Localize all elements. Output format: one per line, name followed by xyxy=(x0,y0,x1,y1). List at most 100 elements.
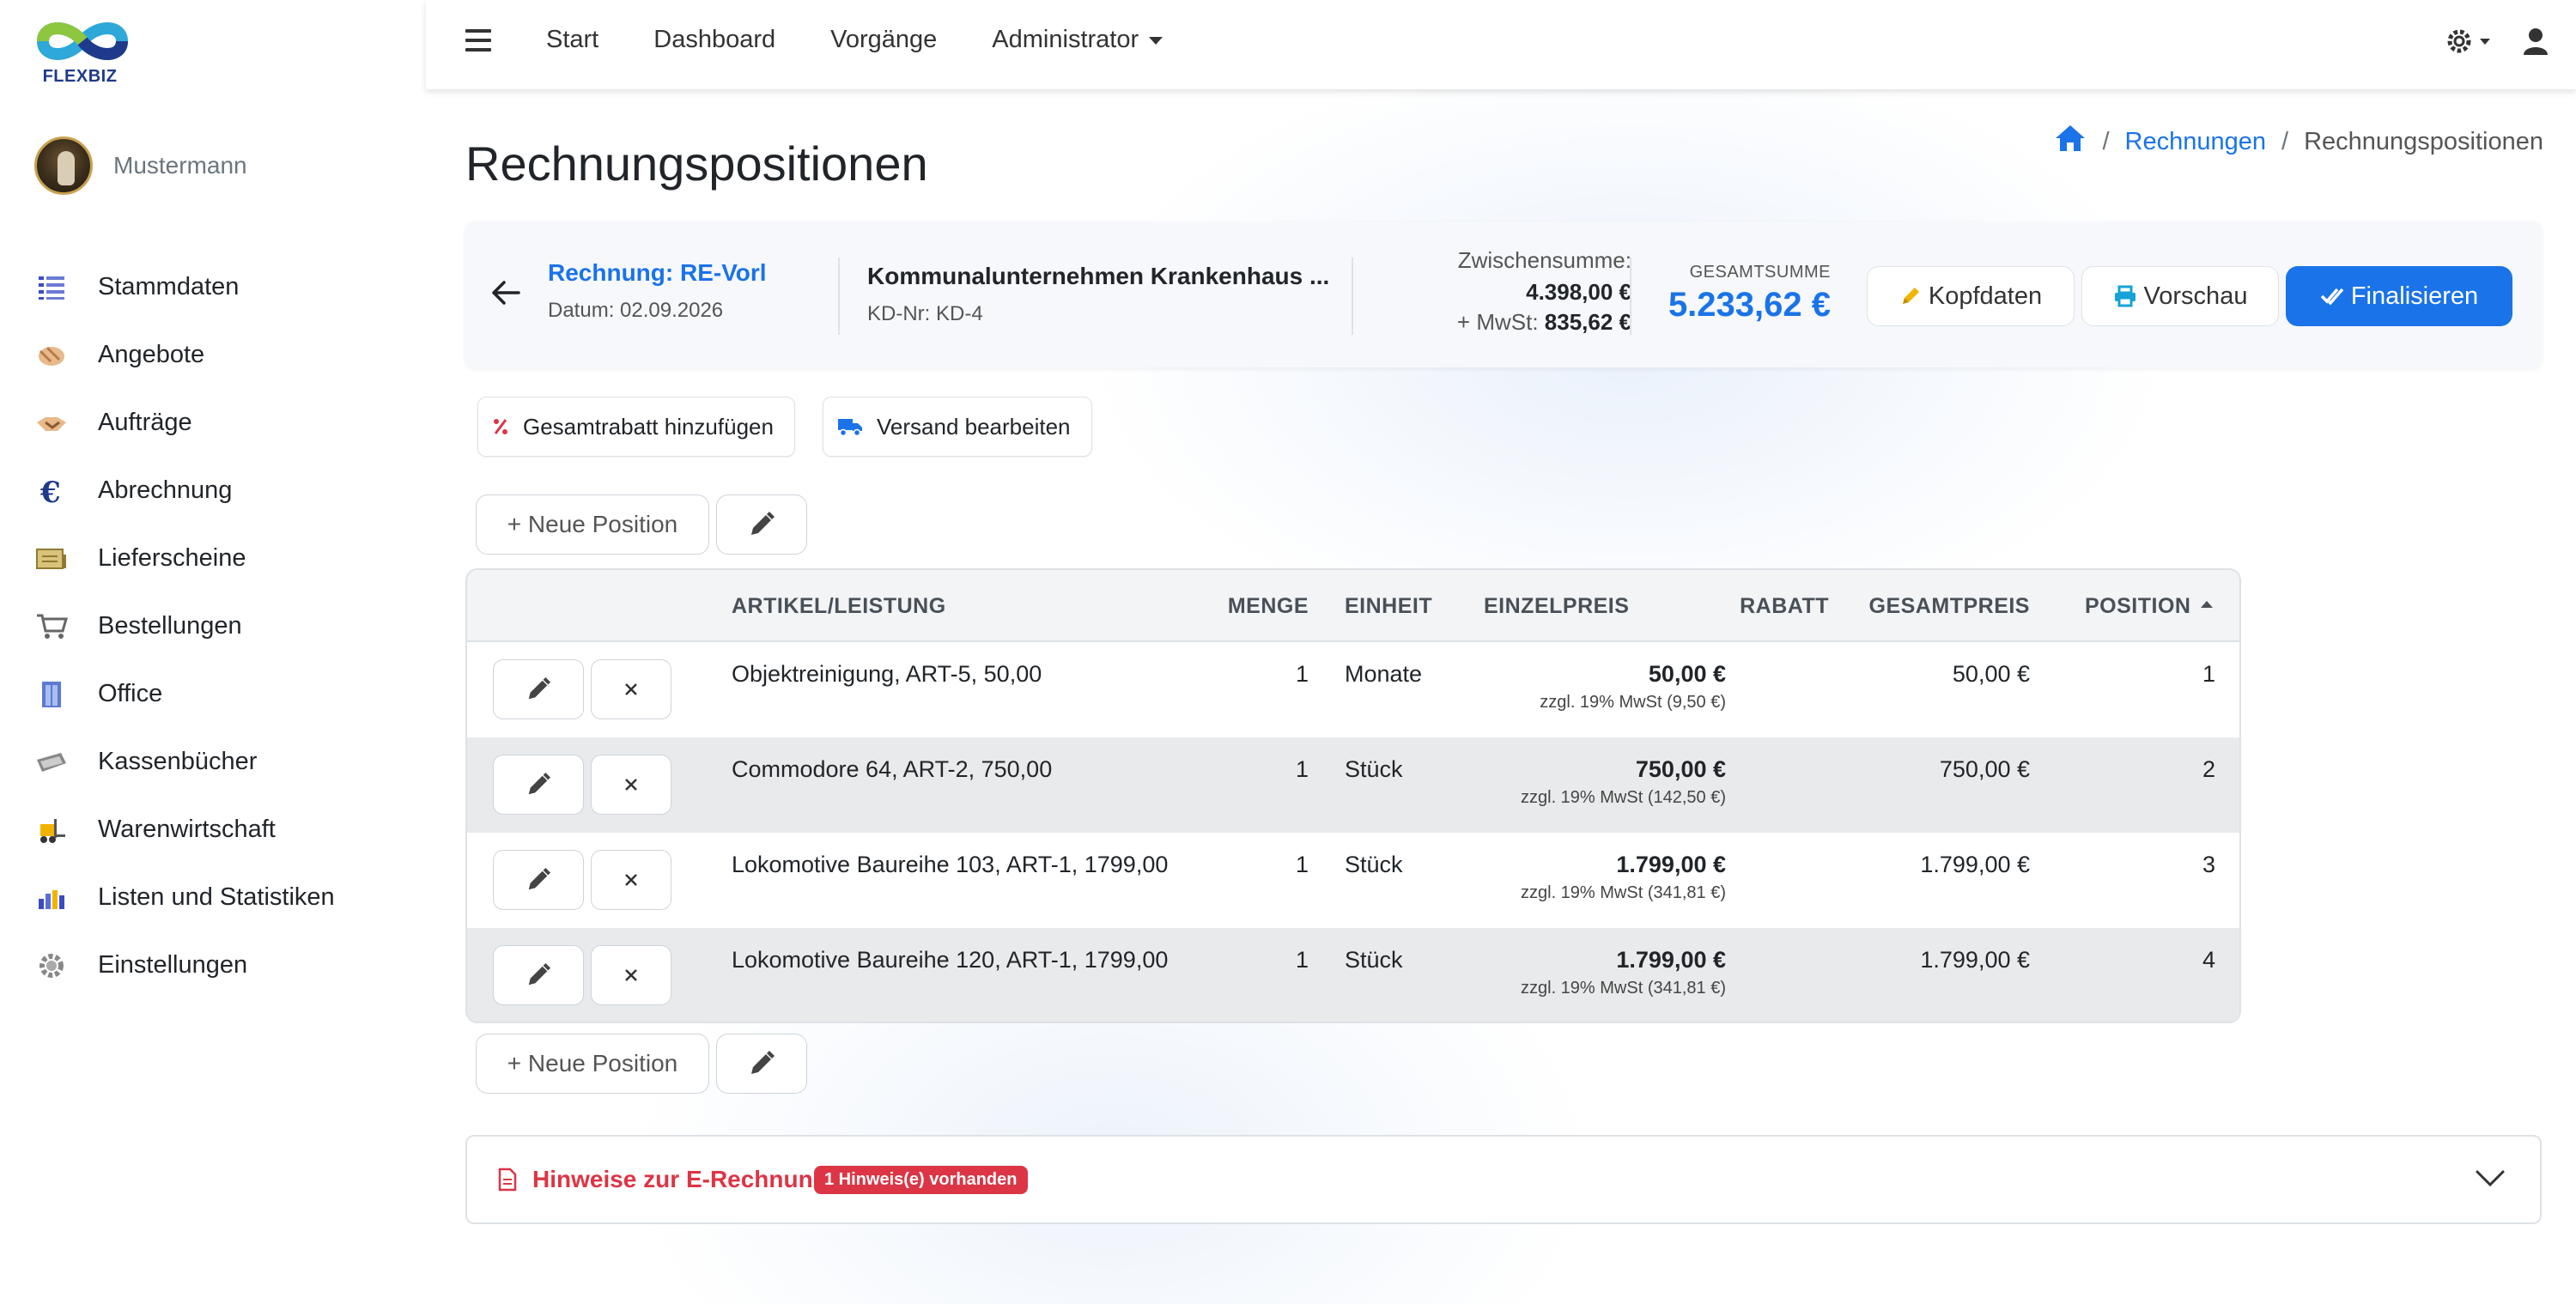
chevron-down-icon[interactable] xyxy=(2475,1169,2506,1192)
vat-line: + MwSt: 835,62 € xyxy=(1374,309,1631,336)
nav-administrator-label: Administrator xyxy=(992,26,1139,53)
close-icon xyxy=(625,683,637,695)
settings-dropdown[interactable] xyxy=(2444,26,2490,57)
nav-administrator[interactable]: Administrator xyxy=(992,26,1163,54)
top-navbar: Start Dashboard Vorgänge Administrator xyxy=(426,0,2576,89)
row-einzelpreis-value: 1.799,00 € xyxy=(1616,947,1726,973)
sidebar-item-label: Stammdaten xyxy=(98,273,240,300)
pencil-icon xyxy=(528,962,551,986)
flexbiz-logo[interactable]: FLEXBIZ xyxy=(34,17,137,91)
edit-row-button[interactable] xyxy=(493,945,584,1005)
invoice-reference: Rechnung: RE-Vorl Datum: 02.09.2026 xyxy=(548,259,767,323)
row-menge: 1 xyxy=(1295,661,1309,687)
breadcrumb-separator: / xyxy=(2102,127,2110,155)
page-title: Rechnungspositionen xyxy=(465,136,928,191)
sidebar-item-label: Bestellungen xyxy=(98,612,242,640)
delivery-note-icon xyxy=(34,542,69,576)
user-menu[interactable] xyxy=(2523,27,2549,59)
invoice-number[interactable]: Rechnung: RE-Vorl xyxy=(548,259,767,287)
edit-row-button[interactable] xyxy=(493,755,584,815)
sidebar-item-lieferscheine[interactable]: Lieferscheine xyxy=(34,525,412,592)
table-row: Objektreinigung, ART-5, 50,00 1 Monate 5… xyxy=(467,642,2239,737)
col-position[interactable]: POSITION xyxy=(2085,594,2214,619)
table-header: ARTIKEL/LEISTUNG MENGE EINHEIT EINZELPRE… xyxy=(467,570,2239,642)
menu-toggle-icon[interactable] xyxy=(465,29,491,55)
col-einzelpreis[interactable]: EINZELPREIS xyxy=(1484,594,1629,619)
finalisieren-button[interactable]: Finalisieren xyxy=(2286,266,2512,326)
vorschau-button[interactable]: Vorschau xyxy=(2081,266,2279,326)
gear-icon xyxy=(34,949,69,983)
col-gesamtpreis[interactable]: GESAMTPREIS xyxy=(1858,594,2030,619)
bulk-edit-button[interactable] xyxy=(716,494,807,555)
chevron-down-icon xyxy=(2480,38,2490,45)
positions-table: ARTIKEL/LEISTUNG MENGE EINHEIT EINZELPRE… xyxy=(465,568,2241,1023)
user-icon xyxy=(2524,28,2548,55)
sidebar-item-label: Warenwirtschaft xyxy=(98,816,276,843)
breadcrumb-current: Rechnungspositionen xyxy=(2304,127,2543,155)
sidebar-item-label: Aufträge xyxy=(98,409,192,436)
sidebar-item-angebote[interactable]: Angebote xyxy=(34,321,412,389)
versand-button[interactable]: Versand bearbeiten xyxy=(823,397,1092,457)
pencil-icon xyxy=(528,867,551,890)
gesamtrabatt-label: Gesamtrabatt hinzufügen xyxy=(523,413,774,440)
nav-start[interactable]: Start xyxy=(546,26,598,54)
pencil-icon xyxy=(751,512,775,535)
row-menge: 1 xyxy=(1295,852,1309,877)
sidebar-item-label: Angebote xyxy=(98,341,205,368)
sidebar-item-kassenbuecher[interactable]: Kassenbücher xyxy=(34,728,412,796)
delete-row-button[interactable] xyxy=(591,755,671,815)
nav-dashboard[interactable]: Dashboard xyxy=(653,26,775,54)
gesamtrabatt-button[interactable]: Gesamtrabatt hinzufügen xyxy=(477,397,795,457)
home-icon[interactable] xyxy=(2054,124,2087,160)
sidebar-item-warenwirtschaft[interactable]: Warenwirtschaft xyxy=(34,796,412,864)
e-rechnung-hints-panel[interactable]: Hinweise zur E-Rechnung 1 Hinweis(e) vor… xyxy=(465,1135,2542,1224)
breadcrumb: / Rechnungen / Rechnungspositionen xyxy=(2054,124,2543,160)
sidebar-item-listen[interactable]: Listen und Statistiken xyxy=(34,864,412,931)
forklift-icon xyxy=(34,813,69,847)
neue-position-button-bottom[interactable]: + Neue Position xyxy=(476,1034,709,1094)
delete-row-button[interactable] xyxy=(591,659,671,719)
sidebar-item-auftraege[interactable]: Aufträge xyxy=(34,389,412,457)
row-gesamtpreis: 1.799,00 € xyxy=(1920,852,2030,877)
nav-vorgaenge[interactable]: Vorgänge xyxy=(830,26,937,54)
subtotal-value: 4.398,00 € xyxy=(1526,279,1631,305)
hints-count-badge: 1 Hinweis(e) vorhanden xyxy=(814,1166,1028,1194)
document-icon xyxy=(498,1168,517,1196)
row-gesamtpreis: 50,00 € xyxy=(1952,661,2030,687)
edit-row-button[interactable] xyxy=(493,850,584,910)
sort-ascending-icon xyxy=(2201,601,2214,608)
delete-row-button[interactable] xyxy=(591,850,671,910)
back-arrow-icon[interactable] xyxy=(491,280,520,310)
bulk-edit-button-bottom[interactable] xyxy=(716,1034,807,1094)
vat-label: + MwSt: xyxy=(1456,309,1539,335)
sidebar-item-einstellungen[interactable]: Einstellungen xyxy=(34,931,412,999)
sidebar-item-bestellungen[interactable]: Bestellungen xyxy=(34,592,412,660)
row-mwst-note: zzgl. 19% MwSt (341,81 €) xyxy=(1521,883,1726,902)
row-artikel: Lokomotive Baureihe 103, ART-1, 1799,00 xyxy=(732,852,1169,877)
delete-row-button[interactable] xyxy=(591,945,671,1005)
edit-row-button[interactable] xyxy=(493,659,584,719)
cashbook-icon xyxy=(34,745,69,779)
bar-chart-icon xyxy=(34,881,69,915)
row-einzelpreis-value: 750,00 € xyxy=(1635,756,1726,782)
kopfdaten-button[interactable]: Kopfdaten xyxy=(1867,266,2075,326)
invoice-subtotals: Zwischensumme: 4.398,00 € + MwSt: 835,62… xyxy=(1374,247,1631,336)
percent-icon xyxy=(492,417,509,436)
sidebar-item-abrechnung[interactable]: € Abrechnung xyxy=(34,457,412,525)
sidebar-item-stammdaten[interactable]: Stammdaten xyxy=(34,253,412,321)
neue-position-button[interactable]: + Neue Position xyxy=(476,494,709,555)
col-artikel[interactable]: ARTIKEL/LEISTUNG xyxy=(732,594,946,619)
cart-icon xyxy=(34,610,69,644)
col-rabatt[interactable]: RABATT xyxy=(1686,594,1829,619)
row-einheit: Monate xyxy=(1345,661,1423,687)
table-row: Lokomotive Baureihe 120, ART-1, 1799,00 … xyxy=(467,928,2239,1022)
total-value: 5.233,62 € xyxy=(1668,286,1831,324)
col-menge[interactable]: MENGE xyxy=(1180,594,1309,619)
user-profile[interactable]: Mustermann xyxy=(34,136,247,196)
row-position: 1 xyxy=(2202,661,2215,687)
breadcrumb-rechnungen[interactable]: Rechnungen xyxy=(2125,128,2266,156)
sidebar-item-office[interactable]: Office xyxy=(34,660,412,728)
sidebar-item-label: Abrechnung xyxy=(98,476,233,504)
row-position: 3 xyxy=(2202,852,2215,877)
col-einheit[interactable]: EINHEIT xyxy=(1345,594,1432,619)
